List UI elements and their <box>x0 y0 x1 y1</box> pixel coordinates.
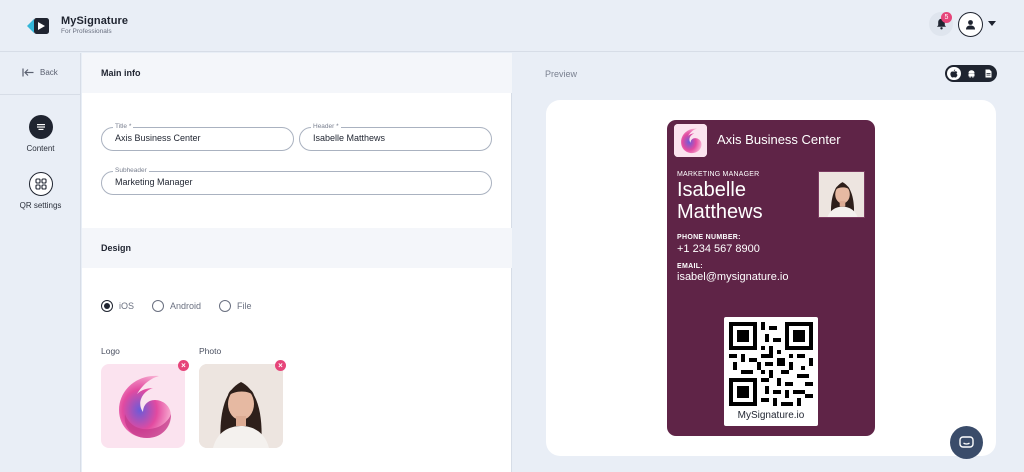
portrait-photo-icon <box>819 172 864 217</box>
photo-label: Photo <box>199 346 222 356</box>
pass-name-line1: Isabelle <box>677 179 746 201</box>
title-input[interactable] <box>115 133 280 143</box>
main-info-heading: Main info <box>82 53 512 93</box>
radio-ios-indicator[interactable] <box>101 300 113 312</box>
radio-file[interactable]: File <box>219 300 252 312</box>
qr-code-box: MySignature.io <box>724 317 818 426</box>
pass-email-label: EMAIL: <box>677 263 703 270</box>
platform-radio-group: iOS Android File <box>101 300 252 312</box>
qr-code-icon <box>729 322 813 406</box>
preview-panel: Preview Axis Business Center MARKETING M… <box>513 53 1024 472</box>
header-field[interactable]: Header * <box>299 122 492 151</box>
mysignature-logo-icon[interactable] <box>27 16 51 36</box>
pass-phone-label: PHONE NUMBER: <box>677 234 741 241</box>
title-field[interactable]: Title * <box>101 122 294 151</box>
remove-photo-close-icon[interactable]: × <box>275 360 286 371</box>
android-icon[interactable] <box>964 67 978 80</box>
rail-item-qr-settings[interactable]: QR settings <box>0 172 81 210</box>
radio-label: File <box>237 301 252 311</box>
rail-item-label: QR settings <box>19 201 62 210</box>
file-icon[interactable] <box>981 67 995 80</box>
qr-icon <box>28 172 53 196</box>
rail-item-content[interactable]: Content <box>0 115 81 153</box>
subheader-input[interactable] <box>115 177 478 187</box>
pass-name-line2: Matthews <box>677 201 763 223</box>
account-button[interactable] <box>958 12 983 37</box>
logo-swirl-icon <box>674 124 707 157</box>
radio-android[interactable]: Android <box>152 300 201 312</box>
notification-badge: 5 <box>941 12 952 23</box>
radio-label: Android <box>170 301 202 311</box>
user-icon <box>966 20 975 30</box>
preview-heading: Preview <box>545 69 578 79</box>
preview-platform-toggle[interactable] <box>945 65 997 82</box>
back-label: Back <box>40 68 58 77</box>
pass-name: Isabelle Matthews <box>677 179 817 223</box>
pass-phone-value: +1 234 567 8900 <box>677 243 760 255</box>
title-field-label: Title * <box>113 122 134 131</box>
logo-upload[interactable] <box>101 364 185 448</box>
brand-tagline: For Professionals <box>61 28 112 35</box>
header-field-label: Header * <box>311 122 341 131</box>
header-input[interactable] <box>313 133 478 143</box>
design-heading: Design <box>82 228 512 268</box>
rail-divider <box>0 94 81 95</box>
account-menu-chevron-down-icon[interactable] <box>988 21 996 26</box>
remove-logo-close-icon[interactable]: × <box>178 360 189 371</box>
wallet-pass: Axis Business Center MARKETING MANAGER I… <box>667 120 875 436</box>
brand: MySignature For Professionals <box>61 15 128 35</box>
pass-subheader: MARKETING MANAGER <box>677 171 760 178</box>
chat-icon <box>959 435 974 448</box>
arrow-back-icon <box>22 68 34 77</box>
top-bar: MySignature For Professionals 5 <box>0 0 1024 52</box>
pass-email-value: isabel@mysignature.io <box>677 271 789 283</box>
photo-upload[interactable] <box>199 364 283 448</box>
logo-label: Logo <box>101 346 120 356</box>
editor-panel: Main info Title * Header * Subheader Des… <box>82 53 512 472</box>
subheader-field[interactable]: Subheader <box>101 166 492 195</box>
chat-support-button[interactable] <box>950 426 983 459</box>
rail-item-label: Content <box>26 144 55 153</box>
radio-label: iOS <box>119 301 135 311</box>
logo-swirl-icon <box>119 375 171 438</box>
left-rail: Back Content QR settings <box>0 53 81 472</box>
preview-card: Axis Business Center MARKETING MANAGER I… <box>546 100 996 456</box>
pass-photo <box>818 171 865 218</box>
subheader-field-label: Subheader <box>113 166 149 175</box>
brand-name: MySignature <box>61 15 129 27</box>
back-button[interactable]: Back <box>22 68 58 77</box>
qr-caption: MySignature.io <box>737 410 805 421</box>
list-icon <box>28 115 53 139</box>
radio-ios[interactable]: iOS <box>101 300 134 312</box>
radio-android-indicator[interactable] <box>152 300 165 312</box>
pass-company: Axis Business Center <box>717 132 841 147</box>
pass-logo <box>674 124 707 157</box>
apple-icon[interactable] <box>947 67 961 80</box>
portrait-photo-icon <box>199 364 283 448</box>
radio-file-indicator[interactable] <box>219 300 232 312</box>
